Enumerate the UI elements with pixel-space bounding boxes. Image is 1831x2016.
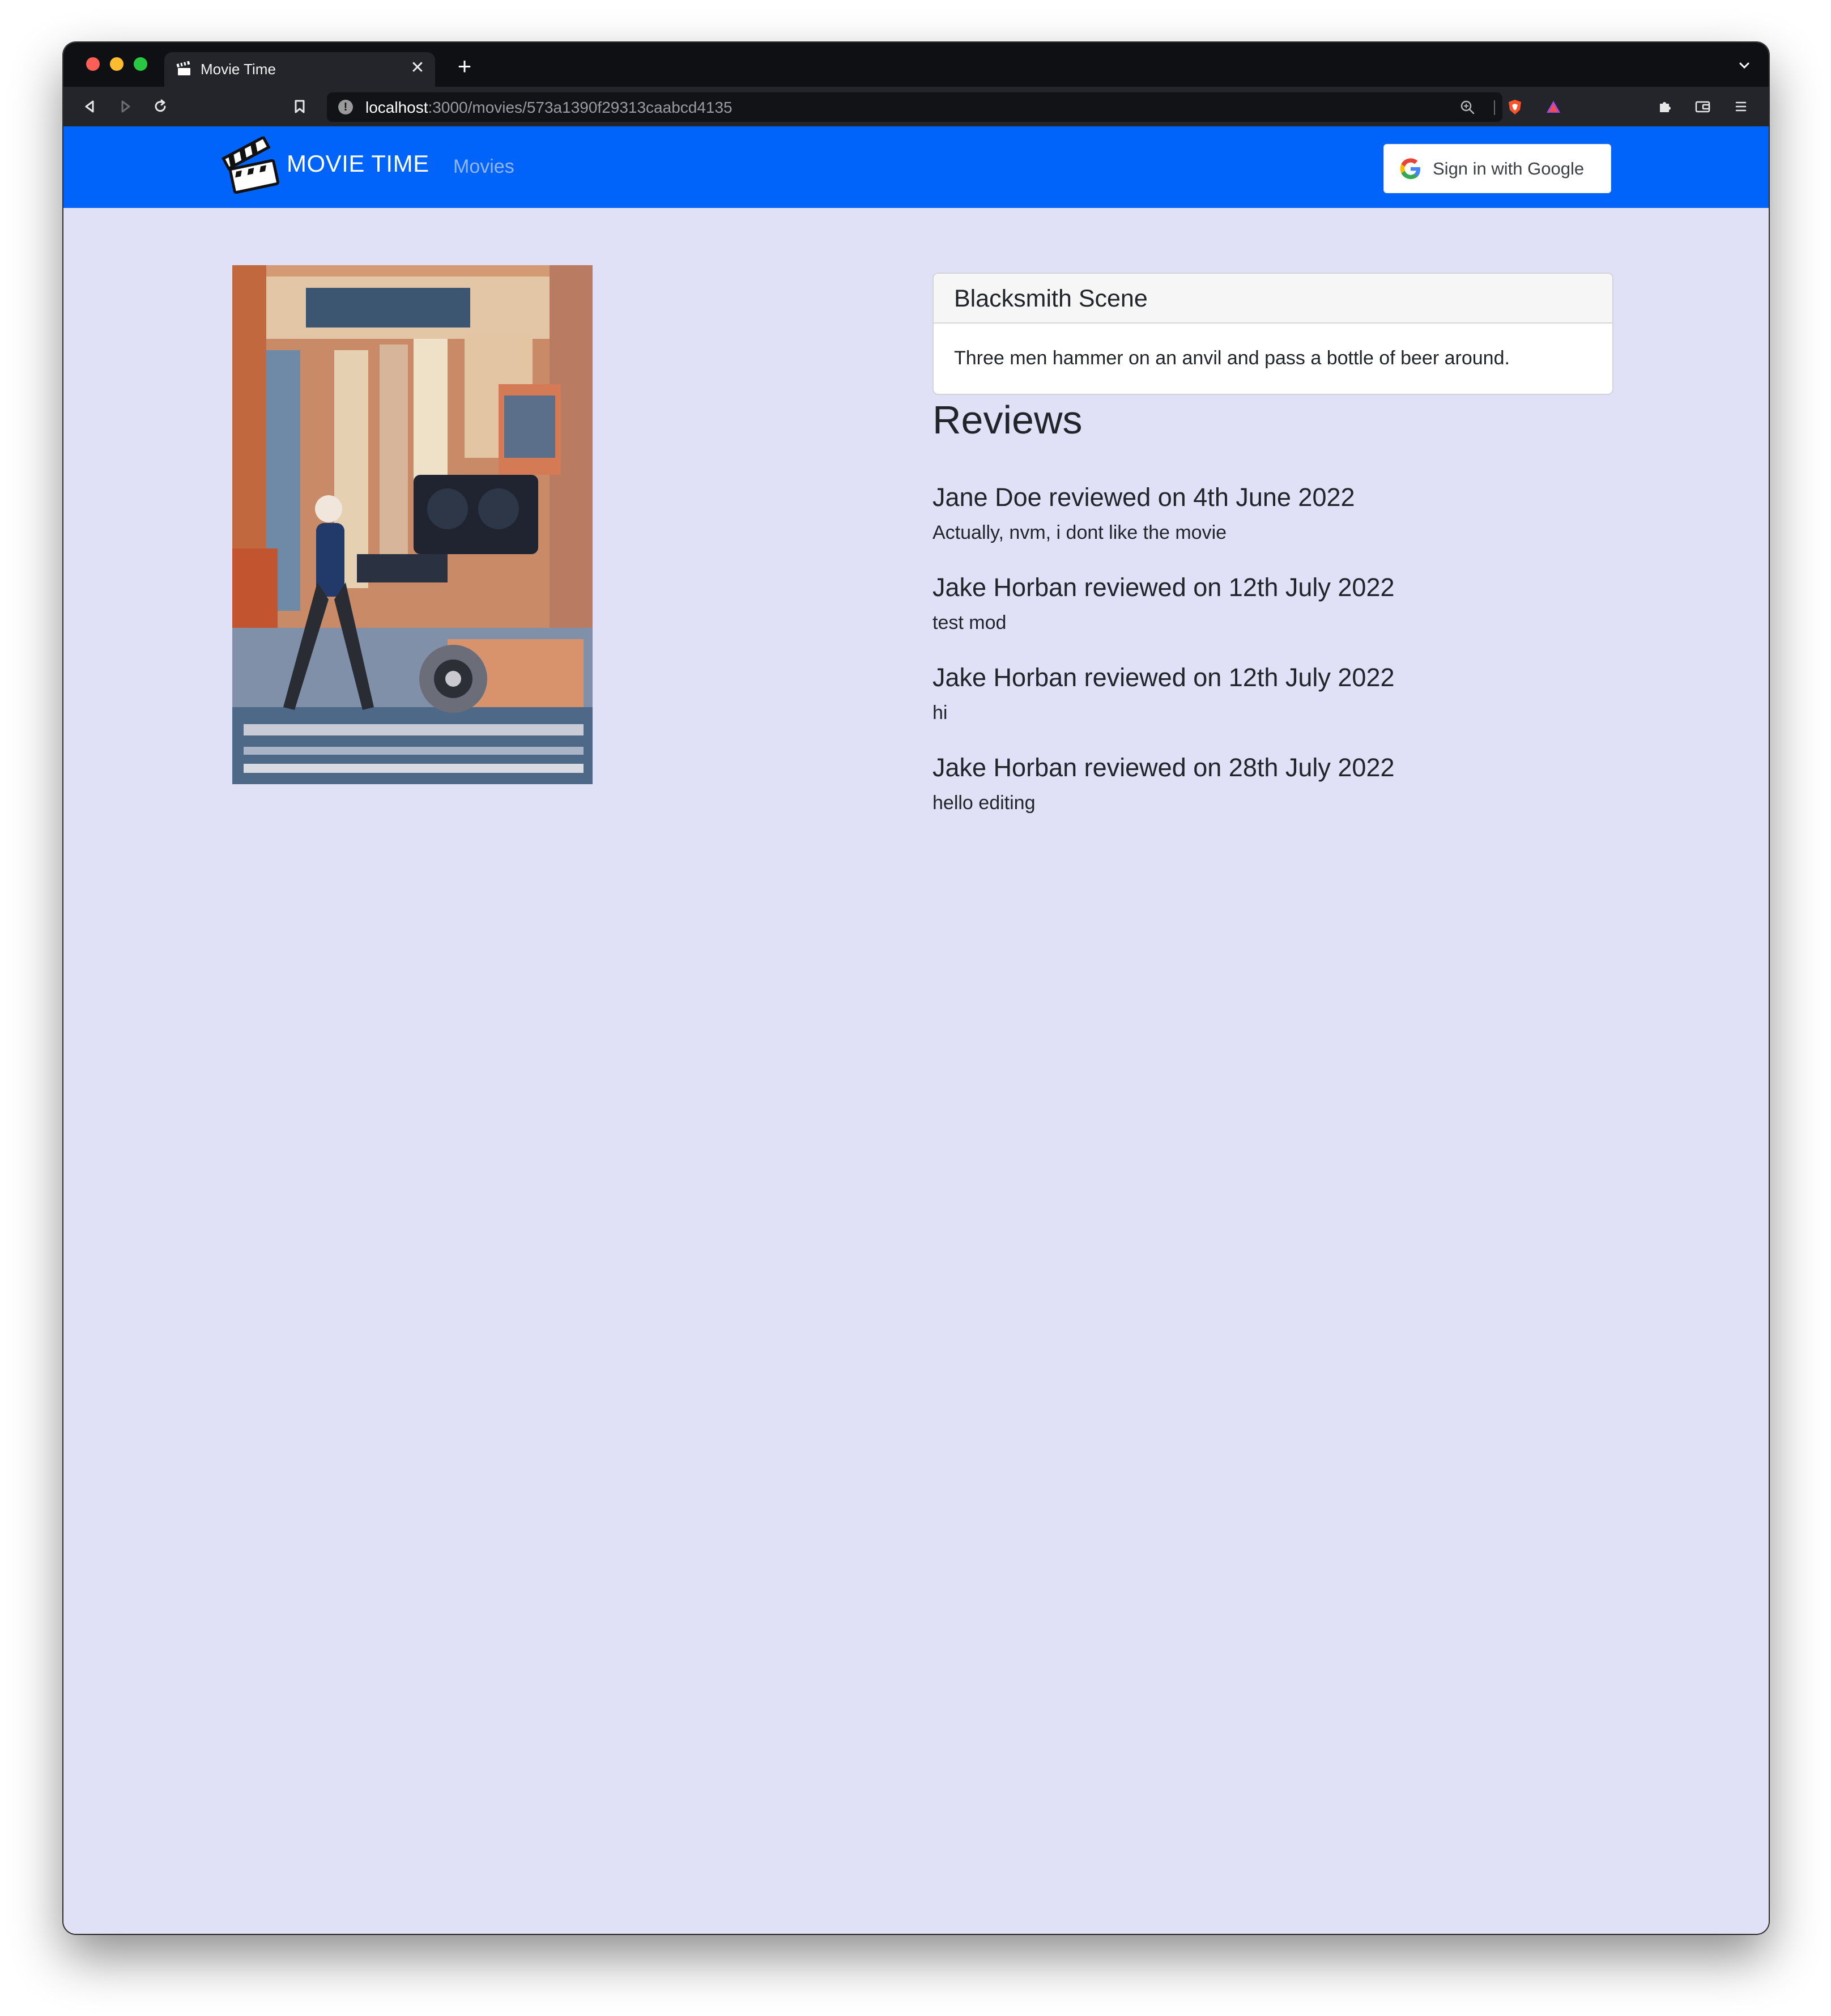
wallet-icon[interactable]	[1693, 97, 1712, 116]
back-arrow-icon[interactable]	[80, 97, 100, 116]
clapperboard-icon	[176, 61, 190, 75]
url-path: :3000/movies/573a1390f29313caabcd4135	[428, 99, 733, 116]
review-title: Jake Horban reviewed on 28th July 2022	[932, 753, 1395, 782]
brand-name[interactable]: MOVIE TIME	[287, 150, 429, 177]
close-window-button[interactable]	[86, 57, 100, 71]
info-icon[interactable]: !	[338, 100, 353, 114]
tab-bar: Movie Time ✕ +	[63, 42, 1769, 87]
puzzle-icon[interactable]	[1655, 97, 1675, 116]
review-text: hi	[932, 702, 948, 724]
site-navbar: MOVIE TIME Movies Sign in with Google	[63, 126, 1769, 208]
review-title: Jake Horban reviewed on 12th July 2022	[932, 663, 1395, 692]
browser-window: Movie Time ✕ + ! localhost:3000/movies/5…	[63, 42, 1769, 1934]
clapperboard-logo-icon[interactable]	[221, 137, 282, 198]
bookmark-icon[interactable]	[290, 97, 309, 116]
review-item: Jake Horban reviewed on 12th July 2022 t…	[932, 572, 1612, 662]
hamburger-menu-icon[interactable]	[1731, 97, 1751, 116]
close-tab-icon[interactable]: ✕	[408, 58, 427, 78]
url-separator	[1494, 100, 1495, 115]
card-header: Blacksmith Scene	[934, 274, 1612, 324]
tab-movie-time[interactable]: Movie Time ✕	[164, 52, 435, 87]
review-item: Jane Doe reviewed on 4th June 2022 Actua…	[932, 482, 1612, 572]
url-text[interactable]: localhost:3000/movies/573a1390f29313caab…	[365, 99, 733, 117]
review-text: Actually, nvm, i dont like the movie	[932, 522, 1227, 543]
chevron-down-icon[interactable]	[1736, 57, 1753, 74]
sign-in-label: Sign in with Google	[1433, 159, 1585, 178]
address-bar[interactable]: ! localhost:3000/movies/573a1390f29313ca…	[327, 92, 1560, 122]
sign-in-with-google-button[interactable]: Sign in with Google	[1383, 144, 1611, 193]
tab-title: Movie Time	[201, 61, 276, 78]
page-content: MOVIE TIME Movies Sign in with Google Bl…	[63, 126, 1769, 1934]
review-text: hello editing	[932, 792, 1036, 814]
review-title: Jane Doe reviewed on 4th June 2022	[932, 483, 1355, 512]
movie-poster-image	[232, 265, 593, 784]
review-text: test mod	[932, 612, 1007, 633]
reload-icon[interactable]	[151, 97, 170, 116]
maximize-window-button[interactable]	[134, 57, 147, 71]
review-item: Jake Horban reviewed on 12th July 2022 h…	[932, 662, 1612, 752]
nav-link-movies[interactable]: Movies	[453, 156, 514, 178]
new-tab-button[interactable]: +	[453, 54, 476, 78]
review-item: Jake Horban reviewed on 28th July 2022 h…	[932, 752, 1612, 842]
review-list: Jane Doe reviewed on 4th June 2022 Actua…	[932, 482, 1612, 842]
review-title: Jake Horban reviewed on 12th July 2022	[932, 573, 1395, 602]
movie-info-card: Blacksmith Scene Three men hammer on an …	[932, 273, 1613, 395]
movie-plot: Three men hammer on an anvil and pass a …	[954, 347, 1510, 369]
url-host: localhost	[365, 99, 428, 116]
reviews-heading: Reviews	[932, 398, 1083, 442]
browser-toolbar: ! localhost:3000/movies/573a1390f29313ca…	[63, 87, 1769, 126]
google-icon	[1400, 158, 1420, 179]
minimize-window-button[interactable]	[110, 57, 124, 71]
movie-title: Blacksmith Scene	[954, 285, 1148, 312]
rewards-triangle-icon[interactable]	[1545, 99, 1562, 116]
zoom-icon[interactable]	[1459, 99, 1476, 116]
brave-shield-icon[interactable]	[1506, 99, 1523, 116]
forward-arrow-icon[interactable]	[116, 97, 135, 116]
